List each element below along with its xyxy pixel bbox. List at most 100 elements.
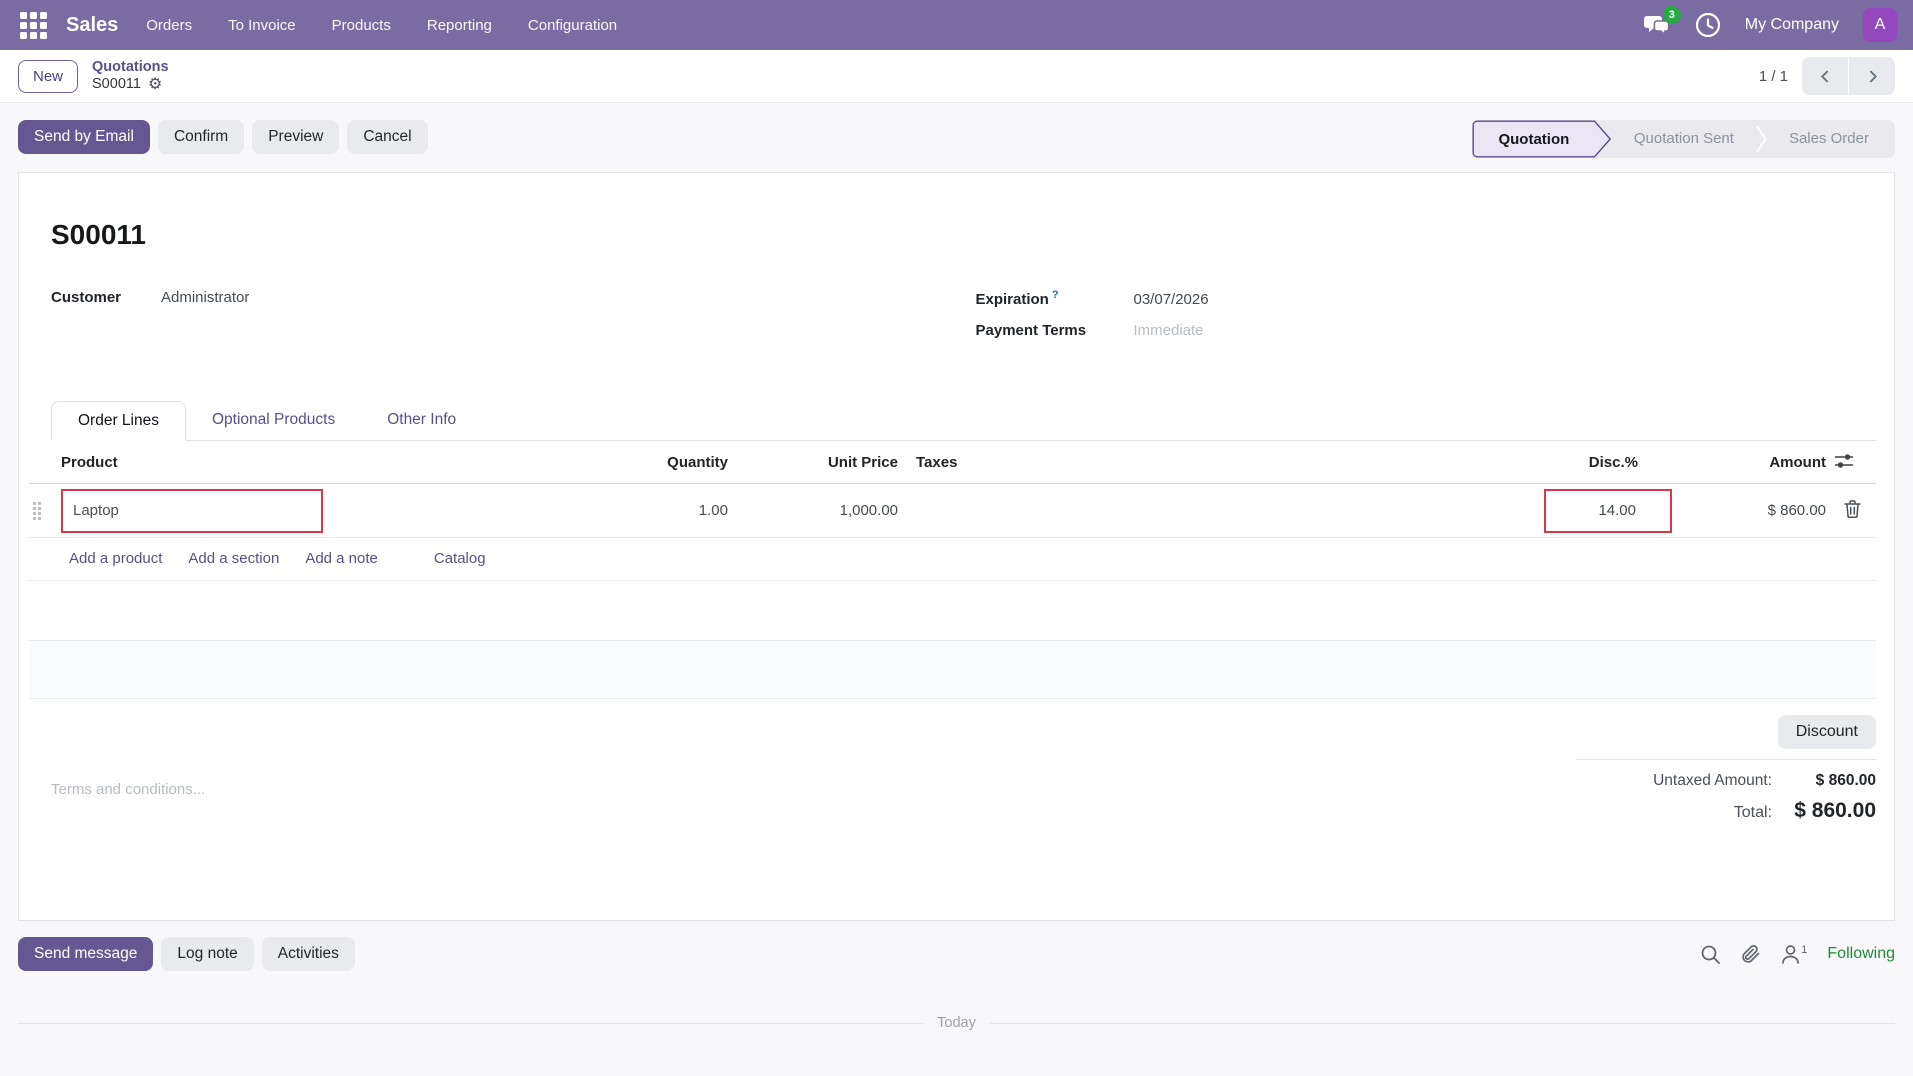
actions-gear-icon[interactable]: ⚙ xyxy=(148,77,162,93)
add-a-note-link[interactable]: Add a note xyxy=(305,550,378,567)
expiration-label: Expiration xyxy=(976,291,1049,308)
col-header-amount[interactable]: Amount xyxy=(1676,441,1828,484)
confirm-button[interactable]: Confirm xyxy=(158,120,244,154)
search-icon xyxy=(1700,944,1721,965)
company-switcher[interactable]: My Company xyxy=(1745,16,1839,34)
empty-list-row xyxy=(29,641,1876,699)
followers-count: 1 xyxy=(1801,944,1807,956)
order-lines-footer-links: Add a product Add a section Add a note C… xyxy=(29,538,1876,581)
top-navbar: Sales Orders To Invoice Products Reporti… xyxy=(0,0,1913,50)
followers-person-icon xyxy=(1781,944,1800,964)
breadcrumb-current-record: S00011 xyxy=(92,76,141,93)
amount-cell: $ 860.00 xyxy=(1676,484,1828,538)
terms-and-conditions-field[interactable]: Terms and conditions... xyxy=(51,781,205,798)
activities-button[interactable]: Activities xyxy=(262,937,355,971)
total-value: $ 860.00 xyxy=(1790,799,1876,823)
expiration-field[interactable]: 03/07/2026 xyxy=(1134,291,1209,308)
col-header-unit-price[interactable]: Unit Price xyxy=(732,441,902,484)
navbar-systray: 3 My Company A xyxy=(1644,8,1897,42)
untaxed-amount-value: $ 860.00 xyxy=(1790,772,1876,790)
attach-files-button[interactable] xyxy=(1741,944,1761,965)
payment-terms-label: Payment Terms xyxy=(976,322,1134,339)
nav-item-configuration[interactable]: Configuration xyxy=(528,17,617,34)
following-toggle[interactable]: Following xyxy=(1827,945,1895,963)
delete-line-button[interactable] xyxy=(1842,498,1863,523)
messages-button[interactable]: 3 xyxy=(1644,13,1671,37)
statusbar-separator-icon xyxy=(1756,120,1767,158)
col-header-discount[interactable]: Disc.% xyxy=(1540,441,1676,484)
nav-item-reporting[interactable]: Reporting xyxy=(427,17,492,34)
drag-handle-icon[interactable] xyxy=(33,502,53,520)
discount-button[interactable]: Discount xyxy=(1778,715,1876,749)
col-header-quantity[interactable]: Quantity xyxy=(617,441,732,484)
payment-terms-field[interactable]: Immediate xyxy=(1134,322,1204,339)
taxes-cell[interactable] xyxy=(902,484,1540,538)
breadcrumb-quotations-link[interactable]: Quotations xyxy=(92,59,169,76)
record-title: S00011 xyxy=(51,219,1876,251)
notebook-tabs: Order Lines Optional Products Other Info xyxy=(51,401,1876,441)
chevron-left-icon xyxy=(1819,70,1832,83)
discount-cell-highlighted[interactable]: 14.00 xyxy=(1544,489,1672,533)
nav-menu: Orders To Invoice Products Reporting Con… xyxy=(146,17,617,34)
record-pager: 1 / 1 xyxy=(1759,57,1895,95)
preview-button[interactable]: Preview xyxy=(252,120,339,154)
pager-count: 1 / 1 xyxy=(1759,68,1788,85)
statusbar-step-sales-order[interactable]: Sales Order xyxy=(1767,120,1891,158)
trash-icon xyxy=(1844,500,1861,518)
customer-label: Customer xyxy=(51,289,161,306)
untaxed-amount-label: Untaxed Amount: xyxy=(1653,772,1772,790)
clock-icon xyxy=(1695,12,1721,38)
search-messages-button[interactable] xyxy=(1700,944,1721,965)
sliders-icon xyxy=(1834,453,1854,469)
statusbar-step-quotation-sent[interactable]: Quotation Sent xyxy=(1612,120,1756,158)
chevron-right-icon xyxy=(1866,70,1879,83)
status-row: Send by Email Confirm Preview Cancel Quo… xyxy=(0,103,1913,172)
followers-button[interactable]: 1 xyxy=(1781,944,1807,964)
paperclip-icon xyxy=(1741,944,1761,965)
quantity-cell[interactable]: 1.00 xyxy=(617,484,732,538)
optional-columns-button[interactable] xyxy=(1832,451,1856,474)
order-lines-list: Product Quantity Unit Price Taxes Disc.%… xyxy=(29,441,1876,699)
cancel-button[interactable]: Cancel xyxy=(347,120,427,154)
date-divider: Today xyxy=(18,1015,1895,1031)
new-button[interactable]: New xyxy=(18,60,78,93)
nav-item-products[interactable]: Products xyxy=(332,17,391,34)
col-header-taxes[interactable]: Taxes xyxy=(902,441,1540,484)
log-note-button[interactable]: Log note xyxy=(161,937,253,971)
add-a-product-link[interactable]: Add a product xyxy=(69,550,162,567)
total-label: Total: xyxy=(1734,804,1772,822)
breadcrumb: Quotations S00011 ⚙ xyxy=(92,59,169,94)
app-name[interactable]: Sales xyxy=(66,14,118,37)
order-lines-header: Product Quantity Unit Price Taxes Disc.%… xyxy=(29,441,1876,484)
activities-clock-button[interactable] xyxy=(1695,12,1721,38)
apps-menu-button[interactable] xyxy=(16,8,50,42)
customer-field[interactable]: Administrator xyxy=(161,289,249,306)
statusbar: Quotation Quotation Sent Sales Order xyxy=(1472,120,1895,158)
unit-price-cell[interactable]: 1,000.00 xyxy=(732,484,902,538)
control-panel: New Quotations S00011 ⚙ 1 / 1 xyxy=(0,50,1913,103)
pager-previous-button[interactable] xyxy=(1802,57,1848,95)
date-divider-label: Today xyxy=(923,1015,990,1031)
totals-block: Untaxed Amount: $ 860.00 Total: $ 860.00 xyxy=(1576,759,1876,832)
pager-next-button[interactable] xyxy=(1849,57,1895,95)
tab-other-info[interactable]: Other Info xyxy=(361,401,482,440)
add-a-section-link[interactable]: Add a section xyxy=(188,550,279,567)
nav-item-to-invoice[interactable]: To Invoice xyxy=(228,17,296,34)
chatter: Send message Log note Activities 1 Follo… xyxy=(0,921,1913,971)
tab-order-lines[interactable]: Order Lines xyxy=(51,401,186,441)
empty-list-row xyxy=(29,581,1876,641)
user-avatar[interactable]: A xyxy=(1863,8,1897,42)
col-header-product[interactable]: Product xyxy=(57,441,617,484)
send-message-button[interactable]: Send message xyxy=(18,937,153,971)
action-buttons: Send by Email Confirm Preview Cancel xyxy=(18,120,428,154)
messages-count-badge: 3 xyxy=(1663,6,1681,24)
catalog-link[interactable]: Catalog xyxy=(434,550,486,567)
expiration-help-icon[interactable]: ? xyxy=(1052,289,1059,301)
field-groups: Customer Administrator Expiration? 03/07… xyxy=(51,289,1876,353)
product-cell-highlighted[interactable]: Laptop xyxy=(61,489,323,533)
send-by-email-button[interactable]: Send by Email xyxy=(18,120,150,154)
tab-optional-products[interactable]: Optional Products xyxy=(186,401,361,440)
nav-item-orders[interactable]: Orders xyxy=(146,17,192,34)
statusbar-step-quotation[interactable]: Quotation xyxy=(1472,120,1612,158)
form-sheet: S00011 Customer Administrator Expiration… xyxy=(18,172,1895,921)
